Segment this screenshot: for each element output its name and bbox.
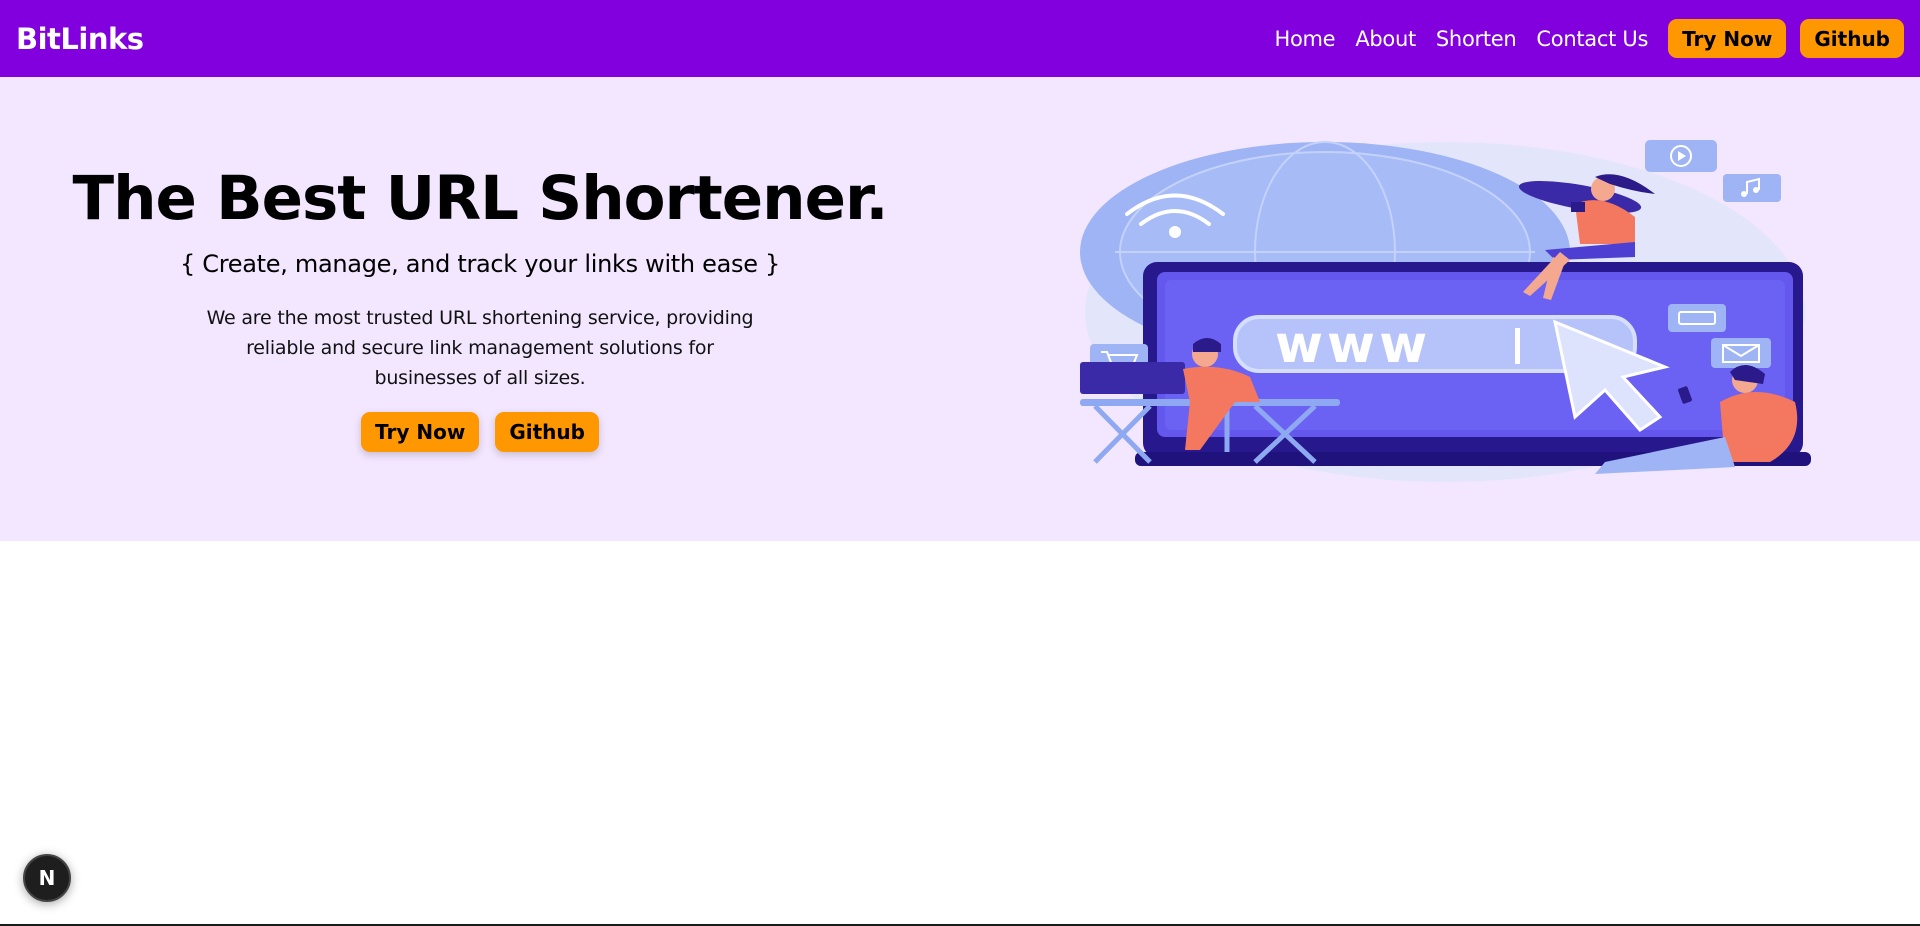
brand-logo[interactable]: BitLinks — [16, 22, 144, 56]
hero-buttons: Try Now Github — [0, 412, 960, 452]
navbar: BitLinks Home About Shorten Contact Us T… — [0, 0, 1920, 77]
hero-description: We are the most trusted URL shortening s… — [206, 307, 754, 389]
hero-github-button[interactable]: Github — [495, 412, 599, 452]
hero-subtitle: { Create, manage, and track your links w… — [179, 250, 780, 278]
video-icon — [1645, 140, 1717, 172]
chat-icon — [1668, 304, 1726, 332]
nav-link-shorten[interactable]: Shorten — [1436, 27, 1517, 51]
nextjs-dev-badge[interactable]: N — [23, 854, 71, 902]
hero-title: The Best URL Shortener. — [72, 163, 888, 234]
hero-section: The Best URL Shortener. { Create, manage… — [0, 77, 1920, 541]
nav-menu: Home About Shorten Contact Us Try Now Gi… — [1274, 19, 1904, 58]
hero-try-now-button[interactable]: Try Now — [361, 412, 480, 452]
nav-github-button[interactable]: Github — [1800, 19, 1904, 58]
music-icon — [1723, 174, 1781, 202]
nav-link-contact[interactable]: Contact Us — [1536, 27, 1648, 51]
nav-link-about[interactable]: About — [1355, 27, 1416, 51]
url-shortener-illustration: www — [1080, 140, 1811, 482]
url-bar-text: www — [1275, 315, 1431, 375]
mail-icon — [1711, 338, 1771, 368]
nav-try-now-button[interactable]: Try Now — [1668, 19, 1787, 58]
nav-link-home[interactable]: Home — [1274, 27, 1335, 51]
hero-text-block: The Best URL Shortener. { Create, manage… — [0, 77, 960, 541]
